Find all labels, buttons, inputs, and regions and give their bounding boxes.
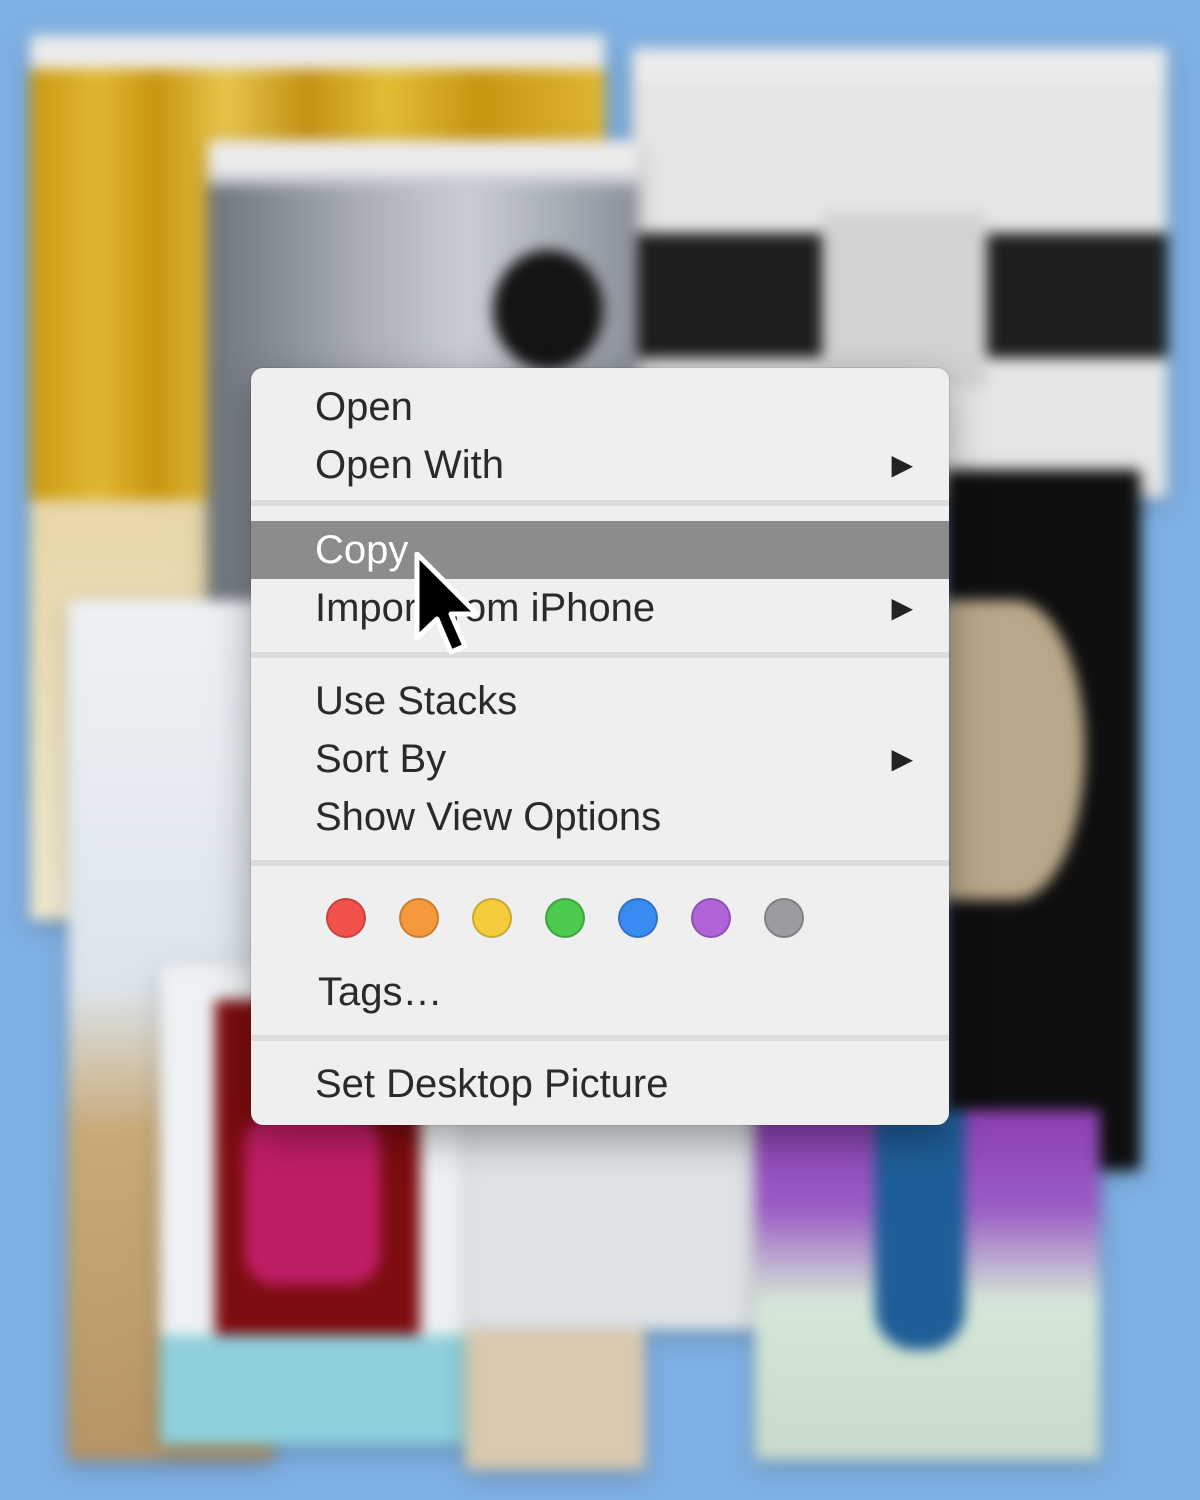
context-menu: Open Open With ▶ Copy Import from iPhone… (251, 368, 949, 1125)
menu-item-label: Show View Options (315, 795, 662, 839)
menu-item-import-from-iphone[interactable]: Import from iPhone ▶ (251, 579, 949, 637)
menu-item-label: Open (315, 385, 413, 429)
menu-item-copy[interactable]: Copy (251, 521, 949, 579)
menu-separator (251, 500, 949, 506)
menu-item-label: Sort By (315, 737, 447, 781)
menu-item-label: Copy (315, 528, 409, 572)
menu-item-label: Use Stacks (315, 679, 518, 723)
submenu-arrow-icon: ▶ (891, 743, 913, 774)
tag-green-dot[interactable] (545, 898, 585, 938)
menu-separator (251, 652, 949, 658)
menu-item-label: Import from iPhone (315, 586, 656, 630)
menu-item-use-stacks[interactable]: Use Stacks (251, 672, 949, 730)
background-window-runway (755, 1110, 1100, 1460)
tag-red-dot[interactable] (326, 898, 366, 938)
menu-item-open-with[interactable]: Open With ▶ (251, 436, 949, 494)
menu-item-sort-by[interactable]: Sort By ▶ (251, 730, 949, 788)
background-window-dark (945, 470, 1140, 1170)
submenu-arrow-icon: ▶ (891, 449, 913, 480)
menu-item-show-view-options[interactable]: Show View Options (251, 788, 949, 846)
tag-gray-dot[interactable] (764, 898, 804, 938)
mouse-pointer-icon (414, 552, 480, 655)
menu-item-label: Set Desktop Picture (315, 1062, 669, 1106)
tag-orange-dot[interactable] (399, 898, 439, 938)
menu-item-set-desktop-picture[interactable]: Set Desktop Picture (251, 1055, 949, 1113)
tag-yellow-dot[interactable] (472, 898, 512, 938)
menu-separator (251, 860, 949, 866)
menu-item-tags[interactable]: Tags… (251, 963, 949, 1021)
menu-item-open[interactable]: Open (251, 378, 949, 436)
submenu-arrow-icon: ▶ (891, 592, 913, 623)
background-window-sand (465, 1330, 645, 1470)
menu-item-label: Tags… (318, 970, 443, 1014)
menu-separator (251, 1035, 949, 1041)
background-window-light (470, 1100, 760, 1330)
tag-blue-dot[interactable] (618, 898, 658, 938)
tag-purple-dot[interactable] (691, 898, 731, 938)
menu-item-label: Open With (315, 443, 504, 487)
